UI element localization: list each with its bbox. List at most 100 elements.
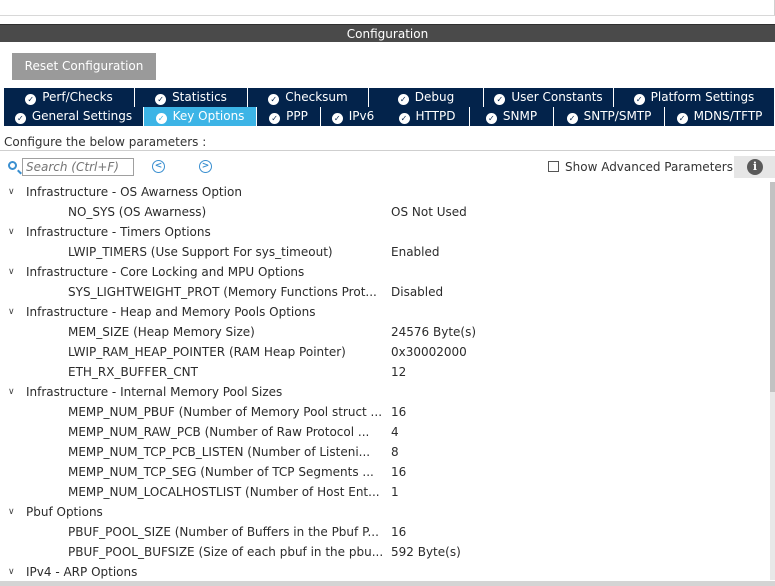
check-circle-icon: ✓ <box>268 94 280 105</box>
parameter-name: SYS_LIGHTWEIGHT_PROT (Memory Functions P… <box>68 285 377 299</box>
check-circle-icon: ✓ <box>155 113 167 124</box>
check-circle-icon: ✓ <box>25 94 37 105</box>
tab-mdns-tftp[interactable]: ✓ MDNS/TFTP <box>665 107 775 126</box>
tab-general-settings[interactable]: ✓ General Settings <box>4 107 144 126</box>
parameter-row[interactable]: MEM_SIZE (Heap Memory Size) 24576 Byte(s) <box>0 322 770 342</box>
chevron-right-icon: > <box>201 161 210 171</box>
tab-perf-checks[interactable]: ✓ Perf/Checks <box>4 88 135 107</box>
check-circle-icon: ✓ <box>494 94 506 105</box>
horizontal-scrollbar[interactable] <box>0 581 775 586</box>
show-advanced-label: Show Advanced Parameters <box>565 160 733 174</box>
parameter-row[interactable]: PBUF_POOL_BUFSIZE (Size of each pbuf in … <box>0 542 770 562</box>
chevron-down-icon[interactable]: ∨ <box>8 502 15 522</box>
parameter-name: PBUF_POOL_SIZE (Number of Buffers in the… <box>68 525 379 539</box>
parameter-row[interactable]: SYS_LIGHTWEIGHT_PROT (Memory Functions P… <box>0 282 770 302</box>
parameter-row[interactable]: MEMP_NUM_TCP_SEG (Number of TCP Segments… <box>0 462 770 482</box>
tab-httpd[interactable]: ✓ HTTPD <box>385 107 470 126</box>
tab-label: Key Options <box>172 109 245 123</box>
tab-label: HTTPD <box>415 109 456 123</box>
info-button[interactable]: i <box>734 156 775 178</box>
parameter-value[interactable]: OS Not Used <box>391 202 467 222</box>
tab-statistics[interactable]: ✓ Statistics <box>135 88 248 107</box>
check-circle-icon: ✓ <box>566 113 578 124</box>
parameter-name: MEMP_NUM_PBUF (Number of Memory Pool str… <box>68 405 383 419</box>
parameter-name: LWIP_TIMERS (Use Support For sys_timeout… <box>68 245 333 259</box>
search-next-button[interactable]: > <box>199 160 212 173</box>
info-icon: i <box>747 159 763 175</box>
parameter-value[interactable]: 592 Byte(s) <box>391 542 461 562</box>
tab-user-constants[interactable]: ✓ User Constants <box>484 88 614 107</box>
tab-key-options[interactable]: ✓ Key Options <box>144 107 257 126</box>
parameter-value[interactable]: 4 <box>391 422 399 442</box>
chevron-down-icon[interactable]: ∨ <box>8 262 15 282</box>
parameter-value[interactable]: 12 <box>391 362 406 382</box>
chevron-down-icon[interactable]: ∨ <box>8 222 15 242</box>
parameter-value[interactable]: Enabled <box>391 242 440 262</box>
chevron-down-icon[interactable]: ∨ <box>8 302 15 322</box>
vertical-scrollbar[interactable] <box>770 182 775 580</box>
parameter-name: MEM_SIZE (Heap Memory Size) <box>68 325 255 339</box>
tab-label: Statistics <box>172 90 227 104</box>
parameter-row[interactable]: PBUF_POOL_SIZE (Number of Buffers in the… <box>0 522 770 542</box>
check-circle-icon: ✓ <box>155 94 167 105</box>
tab-label: PPP <box>286 109 308 123</box>
show-advanced-parameters[interactable]: Show Advanced Parameters <box>548 160 733 174</box>
tab-label: General Settings <box>31 109 133 123</box>
parameter-value[interactable]: 1 <box>391 482 399 502</box>
parameter-row[interactable]: MEMP_NUM_LOCALHOSTLIST (Number of Host E… <box>0 482 770 502</box>
check-circle-icon: ✓ <box>269 113 281 124</box>
group-label: IPv4 - ARP Options <box>26 565 138 579</box>
chevron-down-icon[interactable]: ∨ <box>8 382 15 402</box>
tab-snmp[interactable]: ✓ SNMP <box>470 107 554 126</box>
tab-label: Platform Settings <box>650 90 755 104</box>
parameter-row[interactable]: ETH_RX_BUFFER_CNT 12 <box>0 362 770 382</box>
parameter-name: LWIP_RAM_HEAP_POINTER (RAM Heap Pointer) <box>68 345 346 359</box>
parameter-row[interactable]: MEMP_NUM_PBUF (Number of Memory Pool str… <box>0 402 770 422</box>
parameter-name: MEMP_NUM_LOCALHOSTLIST (Number of Host E… <box>68 485 380 499</box>
chevron-left-icon: < <box>154 161 163 171</box>
search-icon <box>8 161 17 170</box>
search-box <box>8 158 134 176</box>
tab-label: Perf/Checks <box>42 90 113 104</box>
parameter-value[interactable]: 8 <box>391 442 399 462</box>
parameter-row[interactable]: NO_SYS (OS Awarness) OS Not Used <box>0 202 770 222</box>
show-advanced-checkbox[interactable] <box>548 161 559 172</box>
parameter-name: MEMP_NUM_RAW_PCB (Number of Raw Protocol… <box>68 425 370 439</box>
parameter-value[interactable]: Disabled <box>391 282 443 302</box>
scrollbar-thumb[interactable] <box>770 182 775 392</box>
search-input[interactable] <box>22 158 134 176</box>
top-strip <box>0 0 775 16</box>
check-circle-icon: ✓ <box>331 113 343 124</box>
chevron-down-icon[interactable]: ∨ <box>8 182 15 202</box>
parameter-value[interactable]: 0x30002000 <box>391 342 467 362</box>
parameter-row[interactable]: LWIP_TIMERS (Use Support For sys_timeout… <box>0 242 770 262</box>
parameter-row[interactable]: MEMP_NUM_TCP_PCB_LISTEN (Number of Liste… <box>0 442 770 462</box>
group-label: Infrastructure - Timers Options <box>26 225 211 239</box>
tab-checksum[interactable]: ✓ Checksum <box>248 88 369 107</box>
tab-label: SNMP <box>502 109 538 123</box>
tab-debug[interactable]: ✓ Debug <box>369 88 484 107</box>
check-circle-icon: ✓ <box>485 113 497 124</box>
check-circle-icon: ✓ <box>398 113 410 124</box>
tab-platform-settings[interactable]: ✓ Platform Settings <box>614 88 775 107</box>
parameter-value[interactable]: 16 <box>391 462 406 482</box>
parameter-row[interactable]: LWIP_RAM_HEAP_POINTER (RAM Heap Pointer)… <box>0 342 770 362</box>
parameter-value[interactable]: 16 <box>391 522 406 542</box>
parameter-value[interactable]: 16 <box>391 402 406 422</box>
chevron-down-icon[interactable]: ∨ <box>8 562 15 582</box>
parameter-row[interactable]: MEMP_NUM_RAW_PCB (Number of Raw Protocol… <box>0 422 770 442</box>
parameter-name: ETH_RX_BUFFER_CNT <box>68 365 198 379</box>
reset-configuration-button[interactable]: Reset Configuration <box>12 53 156 80</box>
group-label: Infrastructure - Heap and Memory Pools O… <box>26 305 316 319</box>
parameter-value[interactable]: 24576 Byte(s) <box>391 322 476 342</box>
tab-ppp[interactable]: ✓ PPP <box>257 107 321 126</box>
parameter-name: NO_SYS (OS Awarness) <box>68 205 207 219</box>
search-prev-button[interactable]: < <box>152 160 165 173</box>
group-label: Pbuf Options <box>26 505 103 519</box>
configure-label: Configure the below parameters : <box>4 135 207 149</box>
tab-ipv6[interactable]: ✓ IPv6 <box>321 107 386 126</box>
tab-sntp-smtp[interactable]: ✓ SNTP/SMTP <box>554 107 665 126</box>
parameter-name: MEMP_NUM_TCP_SEG (Number of TCP Segments… <box>68 465 374 479</box>
check-circle-icon: ✓ <box>397 94 409 105</box>
group-label: Infrastructure - Internal Memory Pool Si… <box>26 385 283 399</box>
